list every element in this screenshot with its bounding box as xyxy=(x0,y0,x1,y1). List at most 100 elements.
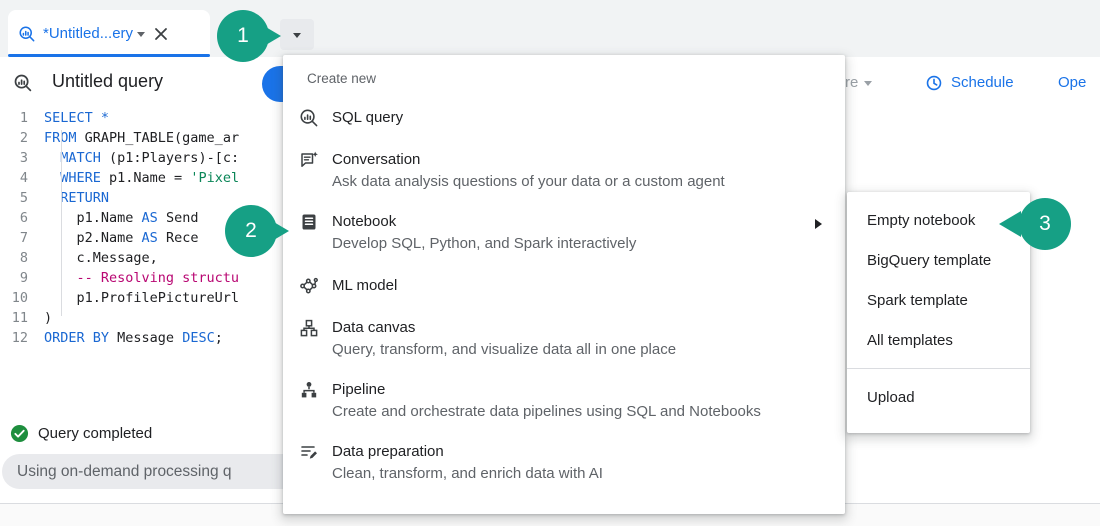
line-number: 11 xyxy=(0,308,44,328)
menu-item-text: Data canvasQuery, transform, and visuali… xyxy=(332,318,676,360)
code-token: MATCH xyxy=(60,148,101,168)
line-number: 8 xyxy=(0,248,44,268)
open-button[interactable]: Ope xyxy=(1058,57,1086,108)
menu-item-text: ConversationAsk data analysis questions … xyxy=(332,150,725,192)
callout-number: 2 xyxy=(225,205,277,257)
bigquery-editor-page: *Untitled...ery Untitled query re Schedu… xyxy=(0,0,1100,526)
line-number: 10 xyxy=(0,288,44,308)
menu-item-data-preparation[interactable]: Data preparationClean, transform, and en… xyxy=(283,432,845,494)
query-status-text: Query completed xyxy=(38,425,152,442)
menu-item-text: NotebookDevelop SQL, Python, and Spark i… xyxy=(332,212,636,254)
menu-item-sublabel: Ask data analysis questions of your data… xyxy=(332,172,725,192)
menu-item-sql-query[interactable]: SQL query xyxy=(283,96,845,140)
code-token: -- Resolving structu xyxy=(44,268,239,288)
ml-model-icon xyxy=(299,276,319,296)
line-number: 1 xyxy=(0,108,44,128)
code-token: (p1:Players)-[c: xyxy=(101,148,239,168)
new-tab-dropdown-button[interactable] xyxy=(280,19,314,50)
line-number: 4 xyxy=(0,168,44,188)
menu-item-text: Data preparationClean, transform, and en… xyxy=(332,442,603,484)
chevron-down-icon xyxy=(293,33,301,42)
menu-item-sublabel: Develop SQL, Python, and Spark interacti… xyxy=(332,234,636,254)
query-status-row: Query completed xyxy=(10,424,152,443)
code-token: ; xyxy=(215,328,223,348)
tab-caret-down-icon[interactable] xyxy=(137,32,145,41)
code-token: p1.Name xyxy=(44,208,142,228)
submenu-item-bigquery-template[interactable]: BigQuery template xyxy=(847,240,1030,280)
data-canvas-icon xyxy=(299,318,319,338)
code-token: Rece xyxy=(158,228,199,248)
menu-item-text: ML model xyxy=(332,276,397,296)
line-number: 6 xyxy=(0,208,44,228)
line-number: 3 xyxy=(0,148,44,168)
schedule-label: Schedule xyxy=(951,74,1014,91)
submenu-item-upload[interactable]: Upload xyxy=(847,377,1030,417)
code-token xyxy=(44,168,60,188)
tab-bar: *Untitled...ery xyxy=(0,0,1100,58)
code-token xyxy=(44,148,60,168)
code-token: p1.Name = xyxy=(101,168,190,188)
schedule-button[interactable]: Schedule xyxy=(925,57,1014,108)
conversation-icon xyxy=(299,150,319,170)
submenu-divider xyxy=(847,368,1030,369)
bigquery-query-icon xyxy=(13,73,33,93)
code-token: p1.ProfilePictureUrl xyxy=(44,288,239,308)
create-new-menu-items: SQL query ConversationAsk data analysis q… xyxy=(283,96,845,494)
menu-item-data-canvas[interactable]: Data canvasQuery, transform, and visuali… xyxy=(283,308,845,370)
code-token: ORDER BY xyxy=(44,328,109,348)
menu-item-text: SQL query xyxy=(332,108,403,128)
chevron-down-icon xyxy=(864,81,872,90)
submenu-arrow-icon xyxy=(815,219,827,229)
gutter-divider xyxy=(61,130,62,316)
pipeline-icon xyxy=(299,380,319,400)
open-label: Ope xyxy=(1058,74,1086,91)
callout-badge-3: 3 xyxy=(1019,198,1071,250)
callout-number: 3 xyxy=(1019,198,1071,250)
sql-query-icon xyxy=(299,108,319,128)
processing-notice-text: Using on-demand processing q xyxy=(17,463,232,481)
processing-notice-pill: Using on-demand processing q xyxy=(2,454,302,489)
menu-item-ml-model[interactable]: ML model xyxy=(283,264,845,308)
tab-close-icon[interactable] xyxy=(153,26,169,42)
line-number: 2 xyxy=(0,128,44,148)
menu-item-sublabel: Create and orchestrate data pipelines us… xyxy=(332,402,761,422)
code-token: GRAPH_TABLE(game_ar xyxy=(77,128,240,148)
code-token xyxy=(44,188,60,208)
query-title: Untitled query xyxy=(52,71,163,92)
code-token: RETURN xyxy=(60,188,109,208)
check-circle-icon xyxy=(10,424,29,443)
line-number: 7 xyxy=(0,228,44,248)
tab-title: *Untitled...ery xyxy=(43,25,133,42)
tab-untitled-query[interactable]: *Untitled...ery xyxy=(8,10,210,57)
data-preparation-icon xyxy=(299,442,319,462)
code-token: SELECT * xyxy=(44,108,109,128)
create-new-menu: Create new SQL queryConversationAsk data… xyxy=(283,55,845,514)
line-number: 9 xyxy=(0,268,44,288)
line-number: 5 xyxy=(0,188,44,208)
menu-item-label: Conversation xyxy=(332,150,725,170)
more-label: re xyxy=(845,74,858,91)
menu-item-sublabel: Clean, transform, and enrich data with A… xyxy=(332,464,603,484)
callout-tail xyxy=(999,211,1021,237)
code-token: AS xyxy=(142,208,158,228)
menu-item-pipeline[interactable]: PipelineCreate and orchestrate data pipe… xyxy=(283,370,845,432)
more-menu-button[interactable]: re xyxy=(845,57,872,108)
menu-item-label: Data canvas xyxy=(332,318,676,338)
callout-badge-1: 1 xyxy=(217,10,269,62)
code-token: WHERE xyxy=(60,168,101,188)
clock-icon xyxy=(925,74,943,92)
menu-item-sublabel: Query, transform, and visualize data all… xyxy=(332,340,676,360)
menu-item-conversation[interactable]: ConversationAsk data analysis questions … xyxy=(283,140,845,202)
code-token: p2.Name xyxy=(44,228,142,248)
menu-item-notebook[interactable]: NotebookDevelop SQL, Python, and Spark i… xyxy=(283,202,845,264)
code-token: ) xyxy=(44,308,52,328)
menu-item-label: ML model xyxy=(332,276,397,296)
submenu-item-all-templates[interactable]: All templates xyxy=(847,320,1030,360)
bigquery-query-icon xyxy=(18,25,36,43)
menu-item-label: Data preparation xyxy=(332,442,603,462)
submenu-item-spark-template[interactable]: Spark template xyxy=(847,280,1030,320)
menu-item-label: SQL query xyxy=(332,108,403,128)
menu-item-text: PipelineCreate and orchestrate data pipe… xyxy=(332,380,761,422)
code-token: 'Pixel xyxy=(190,168,239,188)
code-token: Message xyxy=(109,328,182,348)
